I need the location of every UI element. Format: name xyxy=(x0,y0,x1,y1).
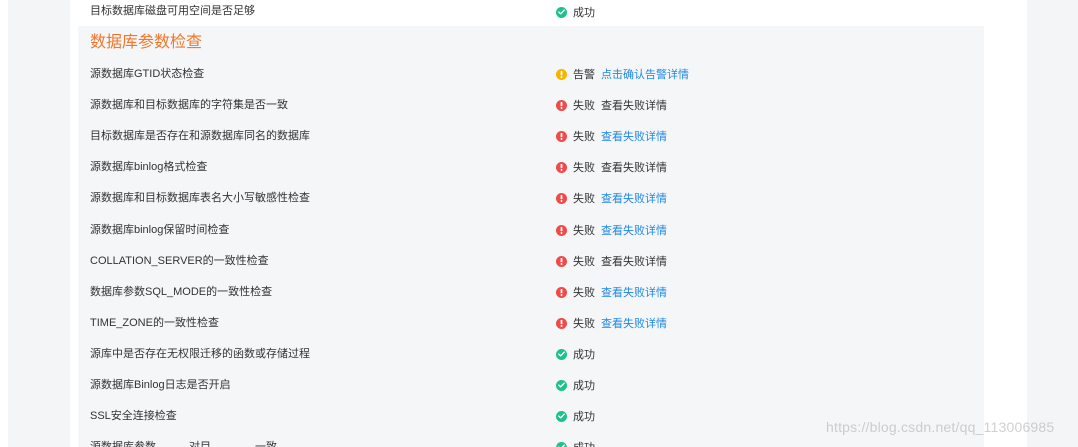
check-status: 失败 查看失败详情 xyxy=(556,281,667,303)
check-row: 目标数据库是否存在和源数据库同名的数据库 失败 查看失败详情 xyxy=(78,125,984,147)
check-row: 源数据库和目标数据库的字符集是否一致 失败 查看失败详情 xyxy=(78,94,984,116)
check-name: COLLATION_SERVER的一致性检查 xyxy=(90,255,269,267)
check-row: 源库中是否存在无权限迁移的函数或存储过程 成功 xyxy=(78,343,984,365)
warning-icon xyxy=(556,68,567,80)
check-status: 成功 xyxy=(556,343,601,365)
view-failure-details-link[interactable]: 查看失败详情 xyxy=(601,190,667,206)
error-icon xyxy=(556,224,567,236)
check-status: 失败 查看失败详情 xyxy=(556,219,667,241)
check-status: 失败 查看失败详情 xyxy=(556,250,667,272)
status-text: 失败 xyxy=(573,162,595,174)
error-icon xyxy=(556,130,567,142)
right-gutter xyxy=(1027,0,1078,447)
check-status: 成功 xyxy=(556,374,601,396)
watermark: https://blog.csdn.net/qq_113006985 xyxy=(826,419,1055,435)
check-status: 失败 查看失败详情 xyxy=(556,312,667,334)
status-text: 失败 xyxy=(573,287,595,299)
check-name: 源数据库参数………对目…………一致 xyxy=(90,441,277,447)
check-name: TIME_ZONE的一致性检查 xyxy=(90,317,219,329)
check-name: SSL安全连接检查 xyxy=(90,410,177,422)
check-status: 成功 xyxy=(556,405,601,427)
status-text: 成功 xyxy=(573,411,595,423)
status-text: 成功 xyxy=(573,349,595,361)
check-name: 源库中是否存在无权限迁移的函数或存储过程 xyxy=(90,348,310,360)
status-text: 失败 xyxy=(573,225,595,237)
status-text: 成功 xyxy=(573,380,595,392)
status-text: 告警 xyxy=(573,69,595,81)
check-name: 源数据库GTID状态检查 xyxy=(90,68,205,80)
check-name: 源数据库binlog保留时间检查 xyxy=(90,224,230,236)
error-icon xyxy=(556,286,567,298)
error-icon xyxy=(556,161,567,173)
check-name: 目标数据库是否存在和源数据库同名的数据库 xyxy=(90,130,310,142)
success-icon xyxy=(556,410,567,422)
check-name: 源数据库Binlog日志是否开启 xyxy=(90,379,231,391)
check-status: 成功 xyxy=(556,1,601,23)
check-name: 源数据库和目标数据库表名大小写敏感性检查 xyxy=(90,192,310,204)
status-text: 失败 xyxy=(573,100,595,112)
check-row: TIME_ZONE的一致性检查 失败 查看失败详情 xyxy=(78,312,984,334)
check-name: 数据库参数SQL_MODE的一致性检查 xyxy=(90,286,273,298)
check-row-disk-space: 目标数据库磁盘可用空间是否足够 成功 xyxy=(78,0,984,27)
check-name: 目标数据库磁盘可用空间是否足够 xyxy=(90,5,255,17)
view-failure-details-link[interactable]: 查看失败详情 xyxy=(601,159,667,175)
success-icon xyxy=(556,348,567,360)
error-icon xyxy=(556,192,567,204)
check-status: 失败 查看失败详情 xyxy=(556,156,667,178)
check-status: 失败 查看失败详情 xyxy=(556,94,667,116)
view-failure-details-link[interactable]: 查看失败详情 xyxy=(601,97,667,113)
status-text: 失败 xyxy=(573,193,595,205)
check-row: 源数据库binlog格式检查 失败 查看失败详情 xyxy=(78,156,984,178)
view-failure-details-link[interactable]: 查看失败详情 xyxy=(601,315,667,331)
status-text: 失败 xyxy=(573,256,595,268)
check-status: 失败 查看失败详情 xyxy=(556,125,667,147)
success-icon xyxy=(556,6,567,18)
check-name: 源数据库binlog格式检查 xyxy=(90,161,208,173)
success-icon xyxy=(556,441,567,447)
status-text: 失败 xyxy=(573,318,595,330)
view-failure-details-link[interactable]: 查看失败详情 xyxy=(601,222,667,238)
check-row: 源数据库参数………对目…………一致 成功 xyxy=(78,436,984,447)
view-failure-details-link[interactable]: 查看失败详情 xyxy=(601,253,667,269)
check-status: 失败 查看失败详情 xyxy=(556,187,667,209)
status-text: 成功 xyxy=(573,439,595,447)
section-title: 数据库参数检查 xyxy=(90,34,203,51)
status-text: 成功 xyxy=(573,7,595,19)
check-results-panel: 目标数据库磁盘可用空间是否足够 成功 数据库参数检查 源数据库GTID状态检查 告… xyxy=(70,0,1027,447)
check-status: 成功 xyxy=(556,436,601,447)
view-failure-details-link[interactable]: 查看失败详情 xyxy=(601,284,667,300)
check-row: COLLATION_SERVER的一致性检查 失败 查看失败详情 xyxy=(78,250,984,272)
check-name: 源数据库和目标数据库的字符集是否一致 xyxy=(90,99,288,111)
success-icon xyxy=(556,379,567,391)
check-row: 源数据库和目标数据库表名大小写敏感性检查 失败 查看失败详情 xyxy=(78,187,984,209)
view-failure-details-link[interactable]: 查看失败详情 xyxy=(601,128,667,144)
error-icon xyxy=(556,99,567,111)
check-row: 源数据库GTID状态检查 告警 点击确认告警详情 xyxy=(78,63,984,85)
error-icon xyxy=(556,255,567,267)
check-status: 告警 点击确认告警详情 xyxy=(556,63,689,85)
confirm-warning-details-link[interactable]: 点击确认告警详情 xyxy=(601,66,689,82)
check-row: 源数据库binlog保留时间检查 失败 查看失败详情 xyxy=(78,219,984,241)
check-row: 源数据库Binlog日志是否开启 成功 xyxy=(78,374,984,396)
left-gutter xyxy=(8,0,70,447)
error-icon xyxy=(556,317,567,329)
check-row: 数据库参数SQL_MODE的一致性检查 失败 查看失败详情 xyxy=(78,281,984,303)
status-text: 失败 xyxy=(573,131,595,143)
